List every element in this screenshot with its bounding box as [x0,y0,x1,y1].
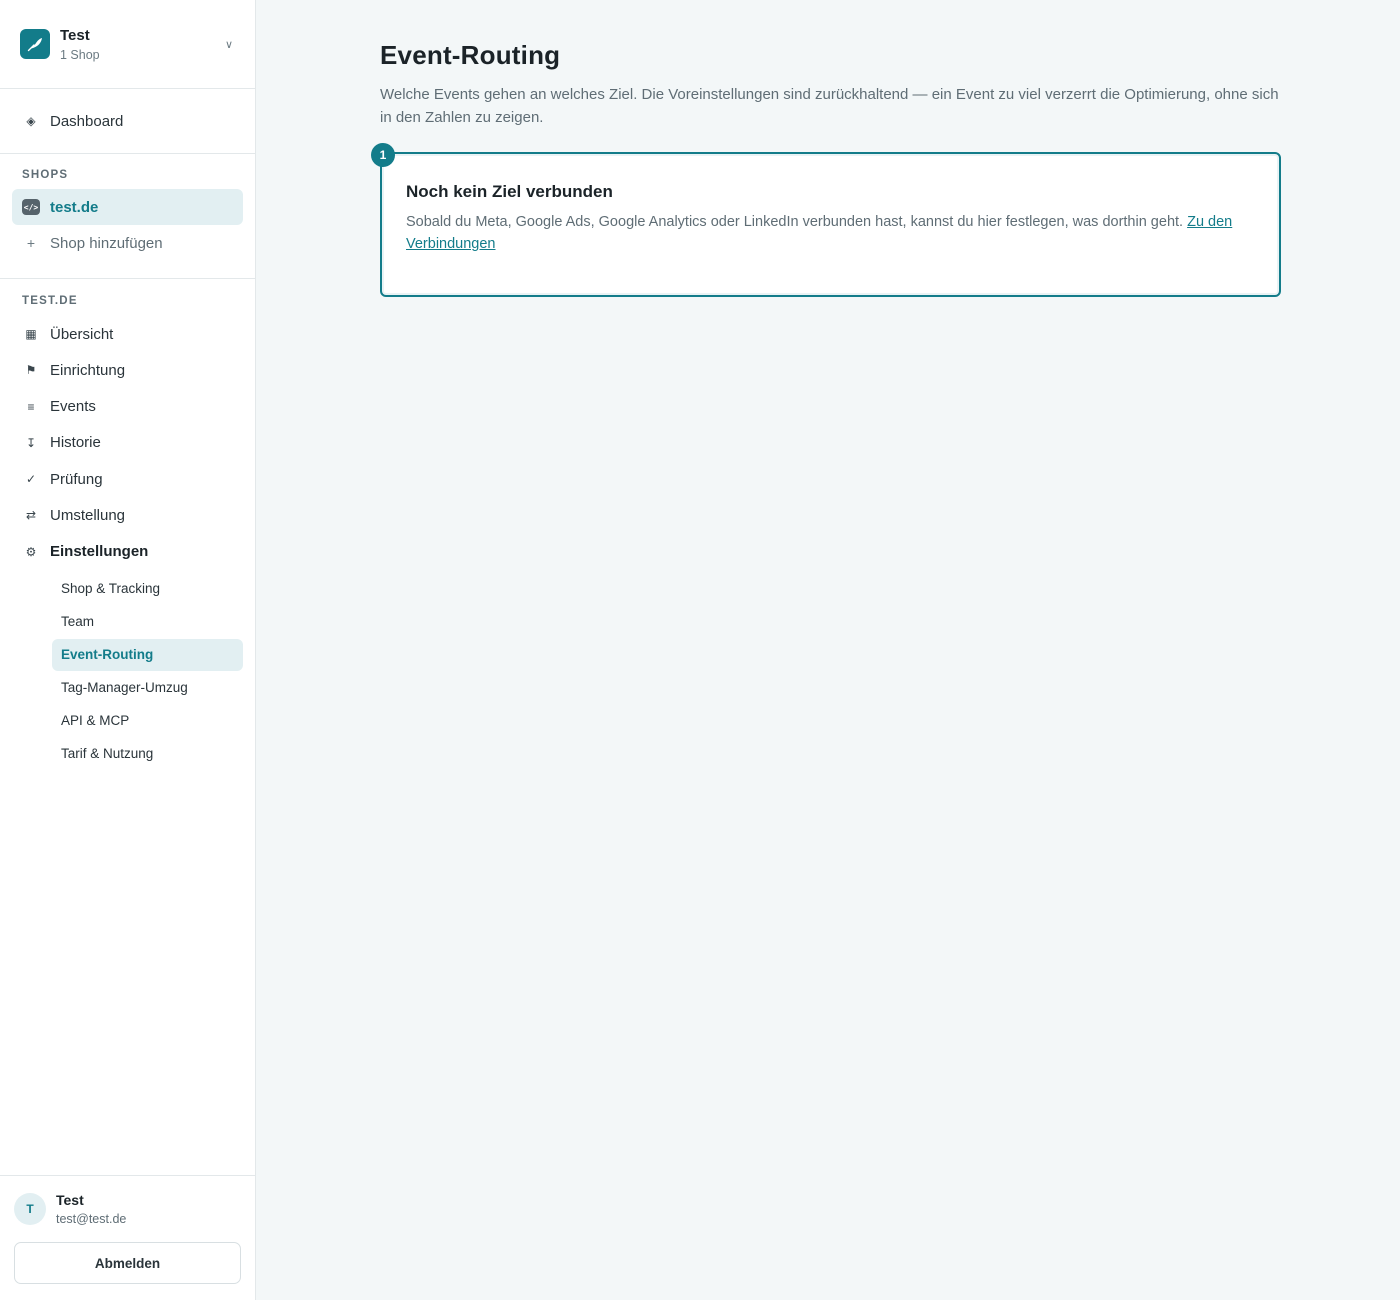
check-icon: ✓ [25,472,37,487]
subnav-item-event-routing[interactable]: Event-Routing [52,638,243,671]
subnav-item-api-mcp[interactable]: API & MCP [52,705,243,737]
shops-section-label: SHOPS [22,169,69,181]
site-section: TEST.DE ▦ Übersicht ⚑ Einrichtung ≡ Even… [0,279,255,771]
workspace-subtitle: 1 Shop [60,47,100,62]
subnav-item-team[interactable]: Team [52,606,243,638]
app: Test 1 Shop ∨ ◈ Dashboard SHOPS </> test… [0,0,1400,1300]
nav-item-einstellungen[interactable]: ⚙ Einstellungen [12,534,243,570]
empty-state-card: 1 Noch kein Ziel verbunden Sobald du Met… [371,143,1281,297]
settings-subnav: Shop & Tracking Team Event-Routing Tag-M… [12,573,243,770]
chevron-down-icon: ∨ [224,38,233,51]
nav-item-label: Dashboard [50,112,124,130]
shop-item-label: test.de [50,198,99,216]
add-shop-button[interactable]: + Shop hinzufügen [12,225,243,261]
brand-logo [20,29,50,59]
page-title: Event-Routing [380,40,561,70]
site-section-label: TEST.DE [22,295,78,307]
subnav-item-shop-tracking[interactable]: Shop & Tracking [52,573,243,605]
card-text-body: Sobald du Meta, Google Ads, Google Analy… [406,214,1184,230]
nav-item-pruefung[interactable]: ✓ Prüfung [12,461,243,497]
card-text: Sobald du Meta, Google Ads, Google Analy… [406,211,1255,255]
shop-item-test-de[interactable]: </> test.de [12,189,243,225]
nav-item-label: Einrichtung [50,361,126,379]
nav-item-einrichtung[interactable]: ⚑ Einrichtung [12,352,243,388]
sidebar: Test 1 Shop ∨ ◈ Dashboard SHOPS </> test… [0,0,256,1300]
logout-button[interactable]: Abmelden [14,1242,241,1284]
user-email: test@test.de [56,1212,127,1226]
page-description: Welche Events gehen an welches Ziel. Die… [380,86,1279,126]
leaf-icon [27,38,42,52]
nav-item-uebersicht[interactable]: ▦ Übersicht [12,316,243,352]
workspace-text: Test 1 Shop [60,27,225,62]
dashboard-section: ◈ Dashboard [0,89,255,154]
gear-icon: ⚙ [25,544,37,559]
nav-item-label: Übersicht [50,325,114,343]
user-name: Test [56,1192,84,1208]
plus-icon: + [26,235,36,251]
code-icon: </> [22,199,40,215]
swap-icon: ⇄ [25,508,37,523]
subnav-item-tarif-nutzung[interactable]: Tarif & Nutzung [52,738,243,770]
history-icon: ↧ [25,435,37,450]
user-info: T Test test@test.de [14,1192,241,1226]
workspace-name: Test [60,26,90,44]
step-badge: 1 [371,143,395,167]
nav-item-umstellung[interactable]: ⇄ Umstellung [12,497,243,533]
shops-section: SHOPS </> test.de + Shop hinzufügen [0,154,255,279]
nav-item-label: Prüfung [50,470,103,488]
subnav-item-tag-manager-umzug[interactable]: Tag-Manager-Umzug [52,672,243,704]
flag-icon: ⚑ [25,363,37,378]
main-content: Event-Routing Welche Events gehen an wel… [256,0,1400,1300]
card-title: Noch kein Ziel verbunden [406,182,613,201]
nav-item-dashboard[interactable]: ◈ Dashboard [12,103,243,139]
diamond-icon: ◈ [26,114,36,128]
nav-item-label: Events [50,398,96,416]
nav-item-historie[interactable]: ↧ Historie [12,425,243,461]
avatar: T [14,1193,46,1225]
nav-item-label: Umstellung [50,506,126,524]
workspace-switcher[interactable]: Test 1 Shop ∨ [0,0,255,89]
user-section: T Test test@test.de Abmelden [0,1175,255,1300]
nav-item-events[interactable]: ≡ Events [12,389,243,425]
grid-icon: ▦ [25,327,37,341]
list-icon: ≡ [27,399,35,414]
add-shop-label: Shop hinzufügen [50,234,163,252]
user-text: Test test@test.de [56,1192,126,1226]
nav-item-label: Historie [50,434,101,452]
nav-item-label: Einstellungen [50,543,149,561]
